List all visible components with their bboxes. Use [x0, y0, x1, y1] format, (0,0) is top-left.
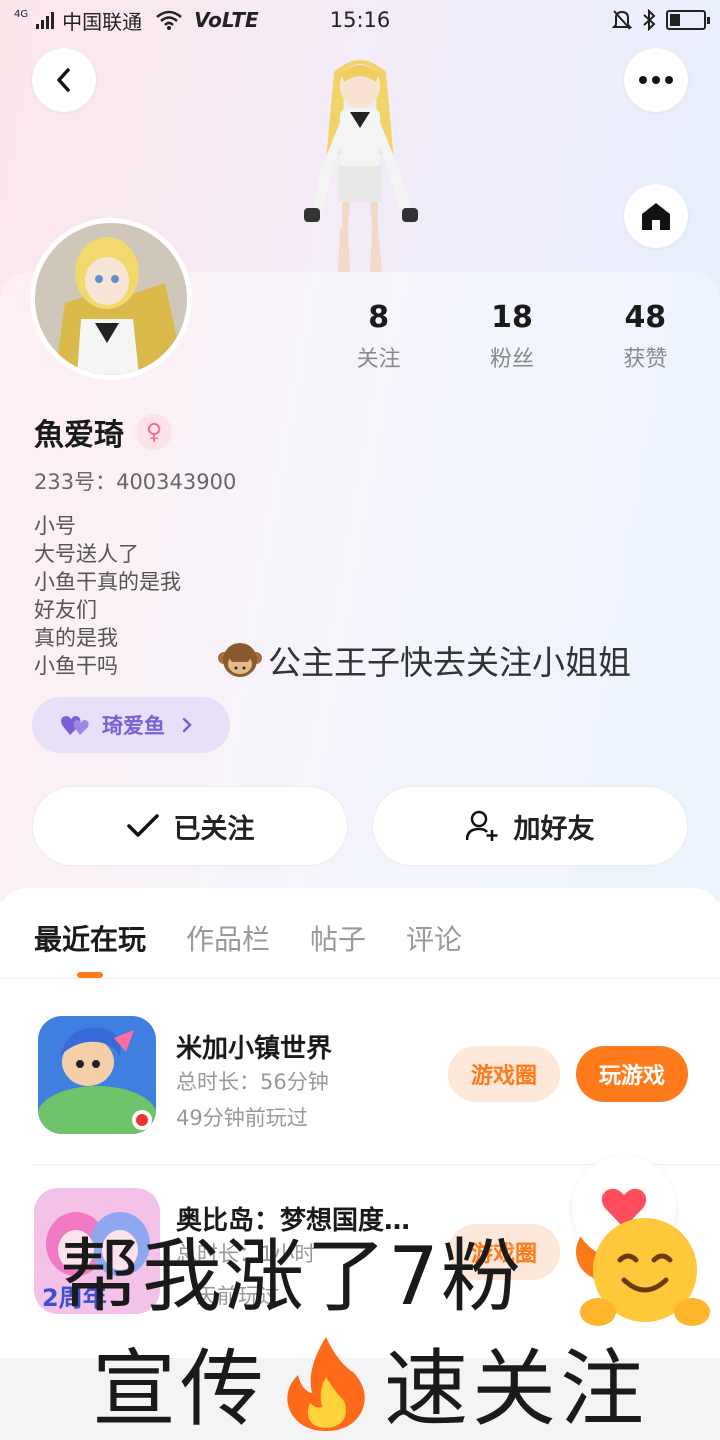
more-dots-icon	[639, 76, 673, 84]
back-button[interactable]	[32, 48, 96, 112]
following-button[interactable]: 已关注	[32, 786, 348, 866]
tab-comments[interactable]: 评论	[406, 918, 462, 958]
tab-recent-played[interactable]: 最近在玩	[34, 918, 146, 958]
stat-following[interactable]: 8 关注	[312, 300, 445, 373]
add-friend-label: 加好友	[513, 813, 595, 845]
bio-line: 小号	[34, 514, 76, 538]
home-button[interactable]	[624, 184, 688, 248]
network-type: 4G	[14, 8, 29, 20]
game-icon-miga	[38, 1016, 156, 1134]
overlay-caption-1: 帮我涨了7粉	[60, 1212, 523, 1328]
volte-indicator: VoLTE	[194, 8, 259, 32]
user-id[interactable]: 233号：400343900	[34, 466, 236, 496]
game-row[interactable]: 米加小镇世界 总时长：56分钟 49分钟前玩过 游戏圈 玩游戏	[0, 998, 720, 1158]
overlay-caption-2: 宣传 速关注	[92, 1322, 648, 1440]
home-icon	[642, 203, 670, 230]
tab-works[interactable]: 作品栏	[186, 918, 270, 958]
stats-row: 8 关注 18 粉丝 48 获赞	[312, 300, 712, 373]
bio-line: 好友们	[34, 598, 97, 622]
tab-posts[interactable]: 帖子	[310, 918, 366, 958]
bio-line: 小鱼干吗	[34, 654, 118, 678]
followers-label: 粉丝	[489, 347, 534, 372]
more-button[interactable]	[624, 48, 688, 112]
following-count: 8	[368, 300, 390, 335]
game-duration: 总时长：56分钟	[176, 1070, 329, 1094]
followers-count: 18	[491, 300, 533, 335]
bio-extra-line: 公主王子快去关注小姐姐	[218, 636, 631, 684]
game-circle-button[interactable]: 游戏圈	[448, 1046, 560, 1102]
monkey-icon	[218, 643, 262, 677]
bio-extra-text: 公主王子快去关注小姐姐	[268, 643, 631, 682]
avatar-image	[35, 223, 187, 375]
female-icon: ♀	[136, 414, 172, 450]
bluetooth-icon	[643, 9, 656, 31]
cp-tag-label: 琦爱鱼	[102, 714, 165, 738]
chevron-left-icon	[57, 68, 70, 92]
add-user-icon	[465, 810, 497, 841]
game-last-played: 49分钟前玩过	[176, 1106, 308, 1130]
likes-count: 48	[624, 300, 667, 335]
stat-likes[interactable]: 48 获赞	[579, 300, 712, 373]
bio-line: 大号送人了	[34, 542, 139, 566]
battery-icon	[666, 10, 710, 30]
likes-label: 获赞	[623, 347, 668, 372]
signal-icon	[36, 11, 55, 29]
bio-line: 小鱼干真的是我	[34, 570, 181, 594]
following-label: 关注	[356, 347, 401, 372]
overlay-text: 宣传	[92, 1340, 269, 1438]
divider	[0, 978, 720, 979]
tab-bar: 最近在玩 作品栏 帖子 评论	[34, 918, 462, 958]
fire-icon	[287, 1336, 365, 1431]
wifi-icon	[156, 10, 182, 30]
cp-tag-button[interactable]: 琦爱鱼	[32, 697, 230, 753]
name-row: 魚爱琦 ♀	[34, 410, 172, 454]
following-button-label: 已关注	[173, 813, 255, 845]
avatar[interactable]	[30, 218, 192, 380]
overlay-text: 帮我涨了7粉	[60, 1230, 523, 1323]
bio: 小号 大号送人了 小鱼干真的是我 好友们 真的是我 小鱼干吗	[34, 512, 181, 680]
game-name: 米加小镇世界	[176, 1034, 333, 1064]
avatar-figure	[304, 60, 418, 272]
mute-bell-icon	[612, 10, 632, 30]
carrier-name: 中国联通	[62, 9, 143, 34]
add-friend-button[interactable]: 加好友	[372, 786, 688, 866]
double-heart-icon	[61, 716, 89, 735]
bio-line: 真的是我	[34, 626, 118, 650]
overlay-text: 速关注	[384, 1340, 649, 1438]
hugging-face-emoji	[580, 1218, 710, 1326]
play-game-button[interactable]: 玩游戏	[576, 1046, 688, 1102]
chevron-right-icon	[182, 717, 192, 733]
stat-followers[interactable]: 18 粉丝	[445, 300, 578, 373]
checkmark-icon	[126, 814, 159, 837]
profile-name: 魚爱琦	[34, 418, 124, 453]
status-bar: 4G 中国联通 VoLTE 15:16	[0, 0, 720, 40]
